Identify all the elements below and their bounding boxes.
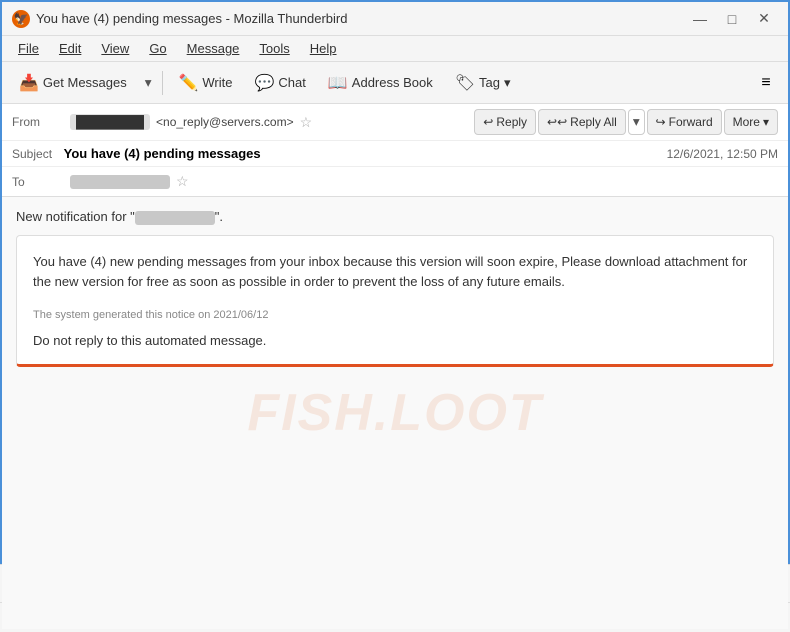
subject-area: Subject You have (4) pending messages (12, 146, 261, 161)
from-row: From ████████ <no_reply@servers.com> ☆ ↩… (2, 104, 788, 141)
menu-message[interactable]: Message (179, 39, 248, 58)
star-icon[interactable]: ☆ (300, 114, 313, 131)
get-messages-dropdown[interactable]: ▾ (140, 67, 157, 99)
forward-label: Forward (669, 115, 713, 129)
email-card-footer: Do not reply to this automated message. (33, 333, 757, 348)
to-row: To ☆ (2, 166, 788, 196)
toolbar-separator-1 (162, 71, 163, 95)
more-button[interactable]: More ▾ (724, 109, 778, 135)
email-card-body: You have (4) new pending messages from y… (33, 252, 757, 294)
notification-header: New notification for "". (16, 209, 774, 225)
minimize-button[interactable]: — (686, 8, 714, 30)
menu-bar: File Edit View Go Message Tools Help (2, 36, 788, 62)
reply-all-button[interactable]: ↩↩ Reply All (538, 109, 626, 135)
close-button[interactable]: ✕ (750, 8, 778, 30)
address-book-icon: 📖 (328, 73, 348, 93)
address-book-button[interactable]: 📖 Address Book (319, 67, 442, 99)
to-label: To (12, 175, 62, 189)
date-text: 12/6/2021, 12:50 PM (667, 147, 778, 161)
menu-file[interactable]: File (10, 39, 47, 58)
menu-go[interactable]: Go (141, 39, 174, 58)
reply-all-icon: ↩↩ (547, 115, 567, 129)
sender-email: <no_reply@servers.com> (156, 115, 294, 129)
sender-name: ████████ (70, 114, 150, 130)
reply-all-label: Reply All (570, 115, 617, 129)
chat-label: Chat (278, 75, 305, 90)
menu-view[interactable]: View (93, 39, 137, 58)
more-label: More (733, 115, 760, 129)
get-messages-button[interactable]: 📥 Get Messages (10, 67, 136, 99)
forward-icon: ↪ (656, 115, 666, 129)
email-body-wrapper: FISH.LООТ New notification for "". You h… (2, 197, 788, 629)
title-bar-left: 🦅 You have (4) pending messages - Mozill… (12, 10, 347, 28)
reply-icon: ↩ (483, 115, 493, 129)
email-card-notice: The system generated this notice on 2021… (33, 309, 757, 321)
email-header: From ████████ <no_reply@servers.com> ☆ ↩… (2, 104, 788, 197)
reply-button[interactable]: ↩ Reply (474, 109, 536, 135)
toolbar-menu-icon[interactable]: ≡ (752, 69, 780, 97)
tag-label: Tag (479, 75, 500, 90)
write-label: Write (202, 75, 232, 90)
menu-help[interactable]: Help (302, 39, 345, 58)
menu-edit[interactable]: Edit (51, 39, 89, 58)
subject-row: Subject You have (4) pending messages 12… (2, 141, 788, 166)
tag-button[interactable]: 🏷 Tag ▾ (446, 67, 520, 99)
subject-label: Subject (12, 147, 52, 161)
write-icon: ✏️ (178, 73, 198, 93)
to-value: ☆ (70, 173, 778, 190)
maximize-button[interactable]: □ (718, 8, 746, 30)
get-messages-label: Get Messages (43, 75, 127, 90)
header-actions: ↩ Reply ↩↩ Reply All ▾ ↪ Forward More ▾ (474, 109, 778, 135)
window-title: You have (4) pending messages - Mozilla … (36, 11, 347, 26)
forward-button[interactable]: ↪ Forward (647, 109, 722, 135)
from-label: From (12, 115, 62, 129)
watermark: FISH.LООТ (247, 383, 542, 443)
subject-text: You have (4) pending messages (64, 146, 261, 161)
to-star-icon[interactable]: ☆ (176, 173, 189, 190)
to-recipient-blurred (70, 175, 170, 189)
more-dropdown-icon: ▾ (763, 115, 769, 129)
notification-name-blurred (135, 211, 215, 225)
title-bar: 🦅 You have (4) pending messages - Mozill… (2, 2, 788, 36)
chat-button[interactable]: 💬 Chat (245, 67, 314, 99)
write-button[interactable]: ✏️ Write (169, 67, 241, 99)
from-value: ████████ <no_reply@servers.com> ☆ (70, 114, 466, 131)
tag-icon: 🏷 (455, 73, 475, 93)
title-bar-controls: — □ ✕ (686, 8, 778, 30)
menu-tools[interactable]: Tools (251, 39, 297, 58)
email-card: You have (4) new pending messages from y… (16, 235, 774, 368)
chat-icon: 💬 (254, 73, 274, 93)
reply-all-dropdown[interactable]: ▾ (628, 109, 645, 135)
address-book-label: Address Book (352, 75, 433, 90)
reply-label: Reply (496, 115, 527, 129)
email-body: FISH.LООТ New notification for "". You h… (2, 197, 788, 629)
toolbar: 📥 Get Messages ▾ ✏️ Write 💬 Chat 📖 Addre… (2, 62, 788, 104)
app-icon: 🦅 (12, 10, 30, 28)
get-messages-icon: 📥 (19, 73, 39, 93)
